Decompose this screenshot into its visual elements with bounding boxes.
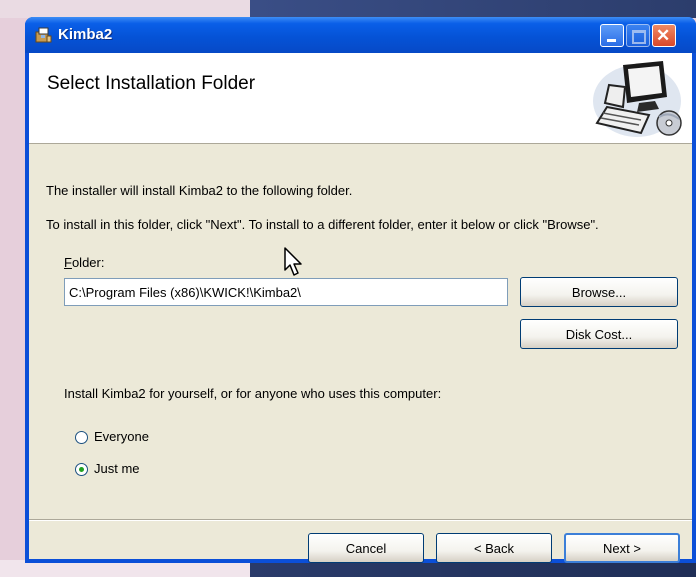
disk-cost-button[interactable]: Disk Cost... — [520, 319, 678, 349]
header-banner: Select Installation Folder — [29, 53, 692, 144]
minimize-icon — [607, 39, 616, 42]
minimize-button[interactable] — [600, 24, 624, 47]
close-icon: ✕ — [656, 26, 671, 45]
folder-path-input[interactable] — [64, 278, 508, 306]
intro-text: The installer will install Kimba2 to the… — [46, 183, 353, 198]
browse-button[interactable]: Browse... — [520, 277, 678, 307]
radio-everyone[interactable] — [75, 431, 88, 444]
installer-window: Kimba2 ✕ Select Installation Folder The … — [25, 17, 696, 563]
back-button[interactable]: < Back — [436, 533, 552, 563]
folder-label-rest: older: — [71, 255, 105, 270]
cancel-button[interactable]: Cancel — [308, 533, 424, 563]
installer-package-icon — [35, 27, 52, 43]
install-for-text: Install Kimba2 for yourself, or for anyo… — [64, 386, 442, 401]
footer-separator — [29, 519, 692, 521]
radio-just-me-label[interactable]: Just me — [94, 461, 140, 476]
computer-with-cd-icon — [593, 61, 682, 137]
maximize-icon — [632, 30, 646, 44]
folder-label-accesskey: F — [64, 255, 72, 270]
close-button[interactable]: ✕ — [652, 24, 676, 47]
radio-selected-dot — [79, 467, 84, 472]
next-button[interactable]: Next > — [564, 533, 680, 563]
folder-label: Folder: — [64, 255, 104, 270]
desktop-background-top — [0, 0, 696, 18]
window-title: Kimba2 — [58, 26, 113, 43]
instructions-text: To install in this folder, click "Next".… — [46, 217, 599, 232]
mouse-cursor-icon — [284, 247, 302, 276]
dialog-client-area: Select Installation Folder The installer… — [29, 53, 692, 563]
radio-just-me[interactable] — [75, 463, 88, 476]
radio-everyone-label[interactable]: Everyone — [94, 429, 149, 444]
title-bar[interactable]: Kimba2 ✕ — [25, 17, 696, 53]
maximize-button[interactable] — [626, 24, 650, 47]
page-title: Select Installation Folder — [47, 73, 256, 94]
